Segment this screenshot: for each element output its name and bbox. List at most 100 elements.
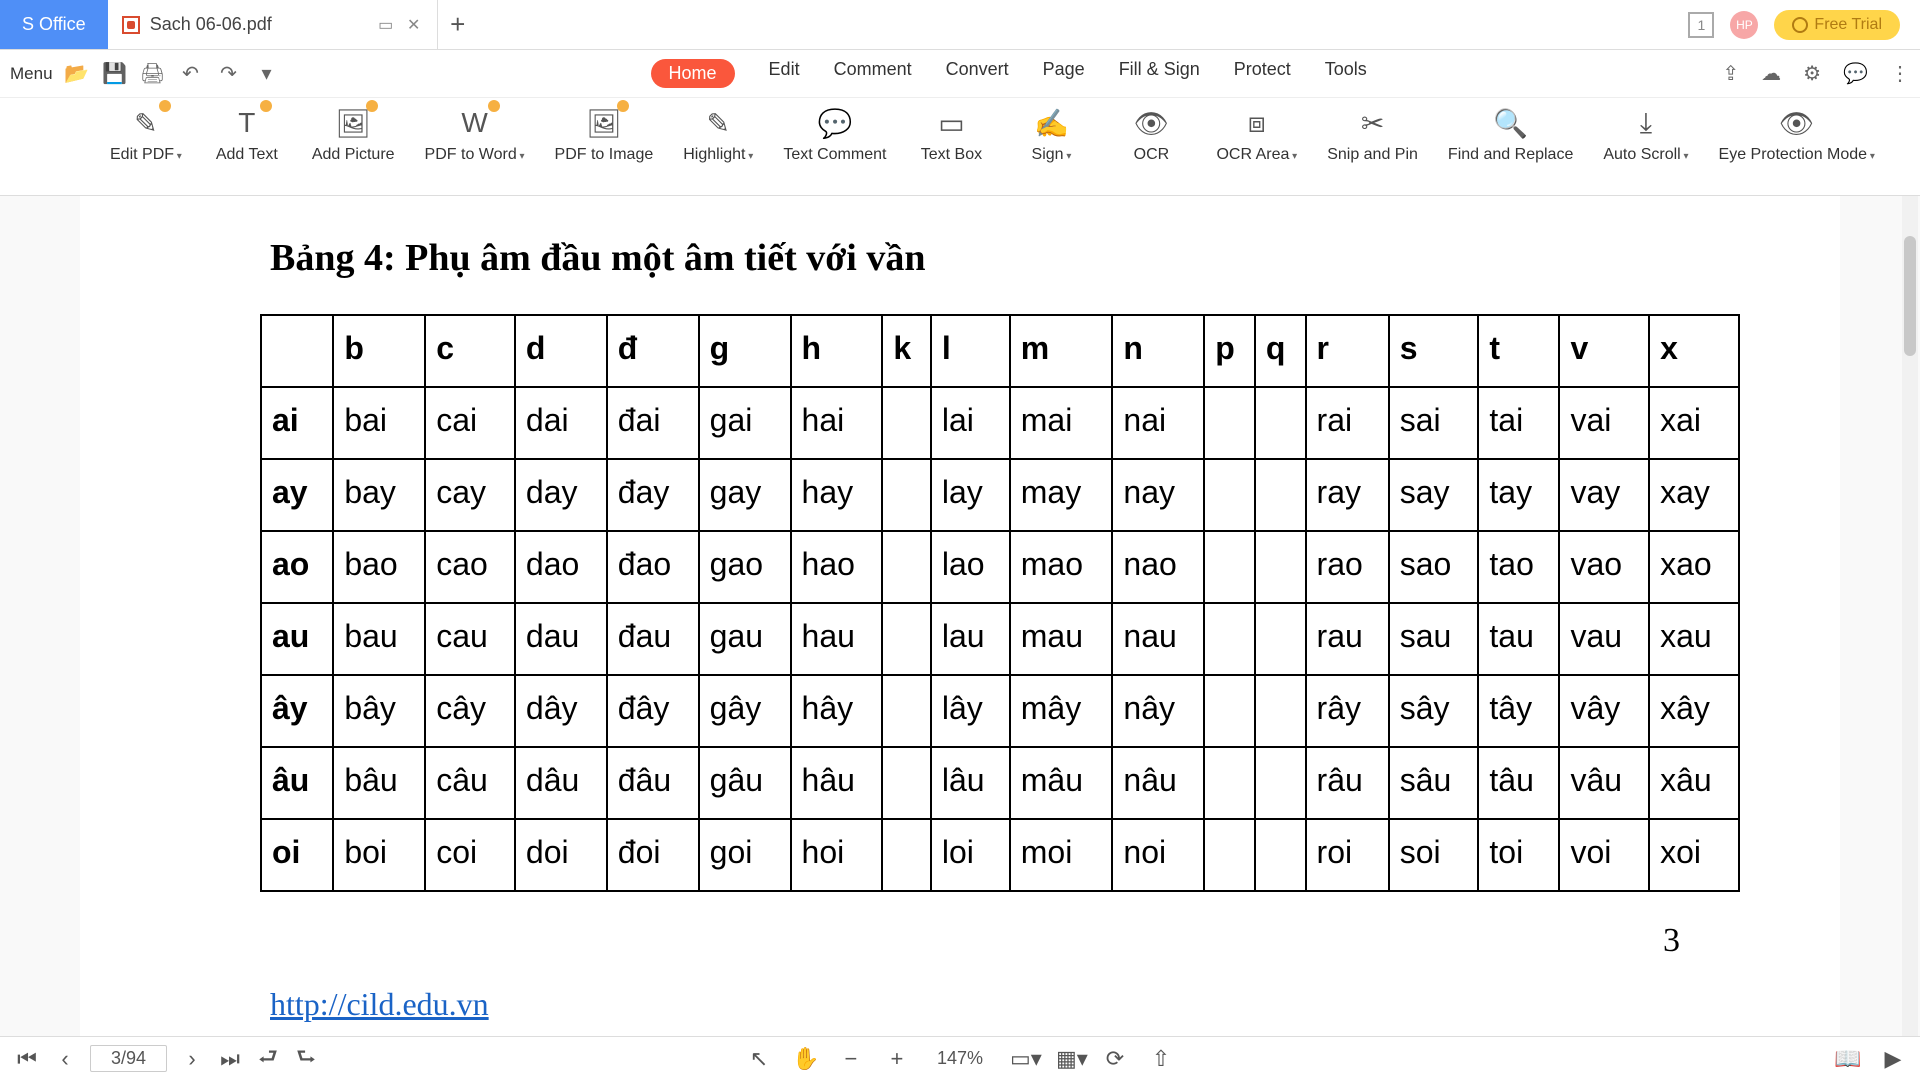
hand-tool-icon[interactable]: ✋ xyxy=(792,1046,818,1072)
table-cell: sây xyxy=(1389,675,1479,747)
pdf-to-image-button[interactable]: 🖼PDF to Image xyxy=(555,104,654,164)
nav-back-button[interactable]: ⮐ xyxy=(255,1040,281,1078)
pdf-to-word-button[interactable]: WPDF to Word xyxy=(425,104,525,164)
tab-protect[interactable]: Protect xyxy=(1234,59,1291,88)
next-page-button[interactable]: › xyxy=(179,1046,205,1072)
more-icon[interactable]: ⋮ xyxy=(1890,61,1910,86)
add-picture-icon: 🖼 xyxy=(334,104,372,142)
ocr-button[interactable]: 👁OCR xyxy=(1116,104,1186,164)
highlight-button[interactable]: ✎Highlight xyxy=(683,104,753,164)
redo-icon[interactable]: ↷ xyxy=(215,60,243,88)
free-trial-button[interactable]: Free Trial xyxy=(1774,10,1900,40)
fit-page-icon[interactable]: ▭▾ xyxy=(1010,1046,1036,1072)
table-row: aobaocaodaođaogaohaolaomaonaoraosaotaova… xyxy=(261,531,1739,603)
col-header: q xyxy=(1255,315,1306,387)
table-cell xyxy=(882,387,931,459)
view-mode-icon[interactable]: ▦▾ xyxy=(1056,1046,1082,1072)
tool-label: Eye Protection Mode xyxy=(1719,146,1875,164)
table-row: aibaicaidaiđaigaihailaimainairaisaitaiva… xyxy=(261,387,1739,459)
tool-label: Auto Scroll xyxy=(1603,146,1688,164)
table-cell: cay xyxy=(425,459,515,531)
snip-and-pin-button[interactable]: ✂Snip and Pin xyxy=(1327,104,1418,164)
reading-mode-icon[interactable]: 📖 xyxy=(1834,1046,1860,1072)
upload-icon[interactable]: ⇧ xyxy=(1148,1046,1174,1072)
auto-scroll-button[interactable]: ⤓ Auto Scroll xyxy=(1603,104,1688,164)
save-icon[interactable]: 💾 xyxy=(101,60,129,88)
col-header: c xyxy=(425,315,515,387)
qat-more-icon[interactable]: ▾ xyxy=(253,60,281,88)
prev-page-button[interactable]: ‹ xyxy=(52,1046,78,1072)
row-header: ao xyxy=(261,531,333,603)
table-cell xyxy=(1255,387,1306,459)
table-cell xyxy=(882,747,931,819)
find-and-replace-button[interactable]: 🔍Find and Replace xyxy=(1448,104,1573,164)
document-canvas[interactable]: Bảng 4: Phụ âm đầu một âm tiết với vần b… xyxy=(0,196,1920,1036)
auto-scroll-icon: ⤓ xyxy=(1627,104,1665,142)
source-link[interactable]: http://cild.edu.vn xyxy=(270,986,489,1023)
col-header: n xyxy=(1112,315,1204,387)
vertical-scrollbar[interactable] xyxy=(1902,196,1918,1036)
col-header: t xyxy=(1478,315,1559,387)
zoom-level[interactable]: 147% xyxy=(930,1047,990,1070)
document-title: Sach 06-06.pdf xyxy=(150,14,272,35)
tab-page[interactable]: Page xyxy=(1043,59,1085,88)
table-cell: tao xyxy=(1478,531,1559,603)
tab-edit[interactable]: Edit xyxy=(769,59,800,88)
ocr-area-button[interactable]: ⧈OCR Area xyxy=(1216,104,1297,164)
undo-icon[interactable]: ↶ xyxy=(177,60,205,88)
table-cell: tâu xyxy=(1478,747,1559,819)
table-cell: hoi xyxy=(791,819,883,891)
consonant-table: bcdđghklmnpqrstvx aibaicaidaiđaigaihaila… xyxy=(260,314,1740,892)
settings-icon[interactable]: ⚙ xyxy=(1803,61,1821,86)
text-box-button[interactable]: ▭Text Box xyxy=(916,104,986,164)
tab-convert[interactable]: Convert xyxy=(946,59,1009,88)
add-picture-button[interactable]: 🖼Add Picture xyxy=(312,104,395,164)
zoom-out-button[interactable]: − xyxy=(838,1046,864,1072)
table-cell xyxy=(1255,747,1306,819)
tab-close-icon[interactable]: ✕ xyxy=(405,16,423,34)
table-cell: đoi xyxy=(607,819,699,891)
pointer-tool-icon[interactable]: ↖ xyxy=(746,1046,772,1072)
open-icon[interactable]: 📂 xyxy=(63,60,91,88)
share-icon[interactable]: ⇪ xyxy=(1722,61,1739,86)
scrollbar-thumb[interactable] xyxy=(1904,236,1916,356)
table-cell: dai xyxy=(515,387,607,459)
feedback-icon[interactable]: 💬 xyxy=(1843,61,1868,86)
cloud-icon[interactable]: ☁ xyxy=(1761,61,1781,86)
add-text-button[interactable]: TAdd Text xyxy=(212,104,282,164)
document-tab[interactable]: Sach 06-06.pdf ▭ ✕ xyxy=(108,0,438,49)
pdf-to-word-icon: W xyxy=(456,104,494,142)
row-header: âu xyxy=(261,747,333,819)
print-icon[interactable]: 🖨 xyxy=(139,60,167,88)
table-cell: toi xyxy=(1478,819,1559,891)
tab-restore-icon[interactable]: ▭ xyxy=(377,16,395,34)
table-cell: voi xyxy=(1559,819,1649,891)
tab-comment[interactable]: Comment xyxy=(834,59,912,88)
edit-pdf-button[interactable]: ✎Edit PDF xyxy=(110,104,182,164)
eye-protection-mode-button[interactable]: 👁Eye Protection Mode xyxy=(1719,104,1875,164)
user-avatar[interactable]: HP xyxy=(1730,11,1758,39)
rotate-icon[interactable]: ⟳ xyxy=(1102,1046,1128,1072)
table-cell xyxy=(1255,819,1306,891)
slideshow-icon[interactable]: ▶ xyxy=(1880,1046,1906,1072)
tab-tools[interactable]: Tools xyxy=(1325,59,1367,88)
col-header: d xyxy=(515,315,607,387)
office-home-tab[interactable]: S Office xyxy=(0,0,108,49)
first-page-button[interactable]: ⏮ xyxy=(14,1046,40,1072)
last-page-button[interactable]: ⏭ xyxy=(217,1046,243,1072)
tab-home[interactable]: Home xyxy=(651,59,735,88)
crown-icon xyxy=(1792,17,1808,33)
table-cell: tây xyxy=(1478,675,1559,747)
zoom-in-button[interactable]: + xyxy=(884,1046,910,1072)
new-tab-button[interactable]: + xyxy=(438,9,478,40)
menu-button[interactable]: Menu xyxy=(10,64,53,84)
sign-button[interactable]: ✍Sign xyxy=(1016,104,1086,164)
table-cell: hâu xyxy=(791,747,883,819)
nav-forward-button[interactable]: ⮑ xyxy=(293,1040,319,1078)
text-comment-button[interactable]: 💬Text Comment xyxy=(783,104,886,164)
table-cell: dao xyxy=(515,531,607,603)
window-count-badge[interactable]: 1 xyxy=(1688,12,1714,38)
page-indicator[interactable]: 3/94 xyxy=(90,1045,167,1072)
tab-fill-sign[interactable]: Fill & Sign xyxy=(1119,59,1200,88)
statusbar: ⏮ ‹ 3/94 › ⏭ ⮐ ⮑ ↖ ✋ − + 147% ▭▾ ▦▾ ⟳ ⇧ … xyxy=(0,1036,1920,1080)
